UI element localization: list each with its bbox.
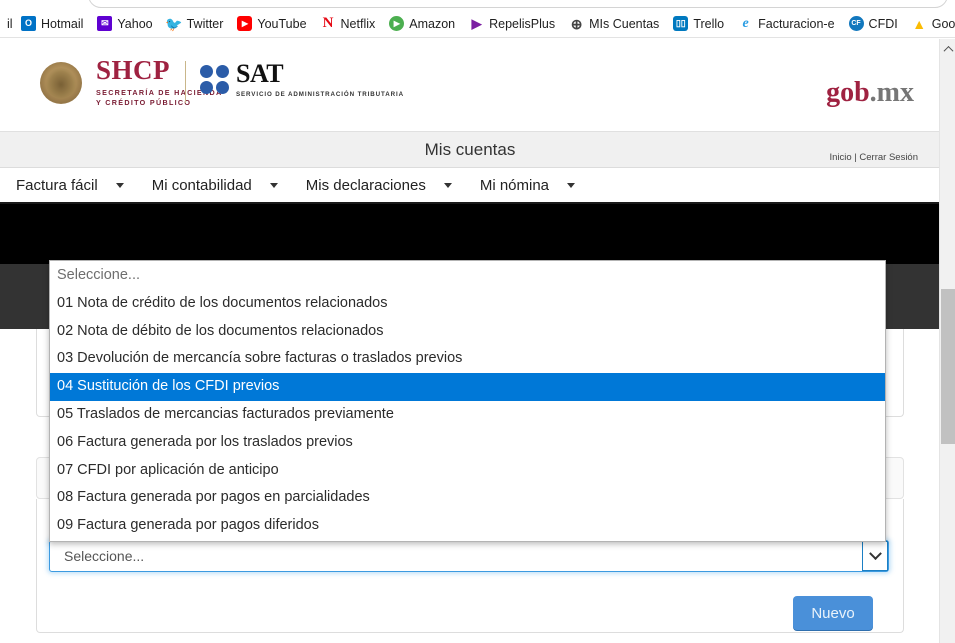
bookmark-label: Amazon [409, 16, 456, 31]
caret-down-icon [443, 182, 452, 188]
web-page: SHCP SECRETARÍA DE HACIENDA Y CRÉDITO PÚ… [0, 39, 940, 643]
bookmark-label: Facturacion-e [758, 16, 835, 31]
scrollbar-thumb[interactable] [941, 289, 955, 444]
relacion-select[interactable]: Seleccione... [49, 540, 889, 572]
bookmark-hotmail[interactable]: O Hotmail [14, 14, 90, 33]
bookmark-mis-cuentas[interactable]: ⊕ MIs Cuentas [562, 14, 666, 33]
bookmark-il[interactable]: il [0, 15, 14, 33]
select-options-list[interactable]: Seleccione... 01 Nota de crédito de los d… [49, 260, 886, 542]
page-title: Mis cuentas [424, 140, 516, 159]
nav-item-label: Mi nómina [479, 176, 550, 194]
option-item[interactable]: 01 Nota de crédito de los documentos rel… [50, 290, 885, 318]
sat-logo: SAT SERVICIO DE ADMINISTRACIÓN TRIBUTARI… [200, 61, 404, 98]
trello-icon: ▯▯ [673, 16, 689, 31]
youtube-icon: ▶ [237, 16, 253, 31]
bookmarks-bar: il O Hotmail ✉ Yahoo 🐦 Twitter ▶ YouTube N Netflix… [0, 10, 955, 38]
nuevo-button[interactable]: Nuevo [793, 596, 873, 630]
bookmark-repelisplus[interactable]: ▶ RepelisPlus [462, 14, 562, 33]
bookmark-label: MIs Cuentas [589, 16, 660, 31]
gobmx-gob: gob [826, 77, 870, 108]
nav-item-label: Mi contabilidad [151, 176, 252, 194]
sat-acronym: SAT [236, 59, 284, 88]
bookmark-label: YouTube [257, 16, 307, 31]
bookmark-label: il [7, 16, 13, 31]
logout-link[interactable]: Cerrar Sesión [859, 152, 918, 163]
bookmark-amazon[interactable]: ▶ Amazon [382, 14, 462, 33]
nav-item-mi-contabilidad[interactable]: Mi contabilidad [152, 177, 292, 194]
gobmx-mx: .mx [869, 77, 914, 108]
amazon-icon: ▶ [389, 16, 405, 31]
option-item[interactable]: 08 Factura generada por pagos en parcial… [50, 484, 885, 512]
nav-item-mis-declaraciones[interactable]: Mis declaraciones [306, 177, 466, 194]
page-title-bar: Mis cuentas Inicio | Cerrar Sesión [0, 131, 940, 168]
facturacion-e-icon: e [742, 15, 749, 31]
address-bar[interactable] [88, 0, 948, 8]
caret-down-icon [567, 182, 576, 188]
gobmx-logo[interactable]: gob.mx [826, 77, 914, 109]
yahoo-icon: ✉ [97, 16, 113, 31]
main-navigation: Factura fácil Mi contabilidad Mis declarac… [0, 168, 940, 204]
bookmark-twitter[interactable]: 🐦 Twitter [160, 14, 231, 33]
option-item[interactable]: 02 Nota de débito de los documentos rela… [50, 318, 885, 346]
option-item[interactable]: 07 CFDI por aplicación de anticipo [50, 457, 885, 485]
bookmark-trello[interactable]: ▯▯ Trello [666, 14, 731, 33]
bookmark-label: Trello [693, 16, 725, 31]
chevron-down-icon [868, 546, 882, 560]
nav-item-mi-nómina[interactable]: Mi nómina [480, 177, 589, 194]
bookmark-facturacion-e[interactable]: e Facturacion-e [731, 14, 841, 33]
repelisplus-icon: ▶ [471, 16, 482, 31]
bookmark-label: Twitter [186, 16, 224, 31]
caret-down-icon [269, 182, 278, 188]
caret-down-icon [115, 182, 124, 188]
site-header: SHCP SECRETARÍA DE HACIENDA Y CRÉDITO PÚ… [0, 39, 940, 131]
google-ads-icon: ▲ [912, 15, 927, 32]
nav-item-label: Factura fácil [16, 176, 98, 194]
nav-item-factura-fácil[interactable]: Factura fácil [16, 177, 138, 194]
vertical-scrollbar[interactable] [939, 39, 955, 643]
sat-subtitle: SERVICIO DE ADMINISTRACIÓN TRIBUTARIA [236, 91, 404, 98]
hotmail-icon: O [21, 16, 36, 31]
bookmark-yahoo[interactable]: ✉ Yahoo [90, 14, 159, 33]
link-separator: | [854, 152, 857, 163]
bookmark-netflix[interactable]: N Netflix [314, 14, 383, 33]
cfdi-icon: CF [848, 16, 864, 31]
option-item[interactable]: 03 Devolución de mercancía sobre factura… [50, 345, 885, 373]
logo-divider [185, 61, 186, 103]
sat-dots-icon [200, 65, 229, 94]
bookmark-google-ads[interactable]: ▲ Google Ads [905, 14, 955, 33]
shcp-logo: SHCP SECRETARÍA DE HACIENDA Y CRÉDITO PÚ… [40, 57, 222, 109]
option-item[interactable]: Seleccione... [50, 262, 885, 290]
bookmark-label: Google Ads [931, 16, 955, 31]
scroll-up-arrow-icon[interactable] [940, 42, 955, 56]
option-item[interactable]: 05 Traslados de mercancias facturados pr… [50, 401, 885, 429]
select-dropdown-button[interactable] [862, 541, 888, 571]
home-link[interactable]: Inicio [829, 152, 851, 163]
bookmark-label: RepelisPlus [489, 16, 556, 31]
browser-chrome-top [0, 0, 955, 10]
bookmark-label: Netflix [340, 16, 376, 31]
mexican-eagle-icon [40, 61, 82, 104]
twitter-icon: 🐦 [165, 15, 183, 32]
nav-item-label: Mis declaraciones [305, 176, 426, 194]
select-value: Seleccione... [64, 548, 145, 564]
option-item[interactable]: 09 Factura generada por pagos diferidos [50, 512, 885, 540]
mis-cuentas-globe-icon: ⊕ [570, 15, 583, 32]
bookmark-cfdi[interactable]: CF CFDI [842, 14, 905, 33]
session-links: Inicio | Cerrar Sesión [829, 152, 918, 163]
option-item[interactable]: 06 Factura generada por los traslados pr… [50, 429, 885, 457]
app-header-band [0, 204, 940, 264]
option-item[interactable]: 04 Sustitución de los CFDI previos [50, 373, 885, 401]
bookmark-youtube[interactable]: ▶ YouTube [230, 14, 313, 33]
netflix-icon: N [322, 15, 334, 31]
bookmark-label: Yahoo [117, 16, 153, 31]
bookmark-label: Hotmail [41, 16, 84, 31]
shcp-subtitle-line2: Y CRÉDITO PÚBLICO [96, 98, 192, 108]
bookmark-label: CFDI [868, 16, 898, 31]
